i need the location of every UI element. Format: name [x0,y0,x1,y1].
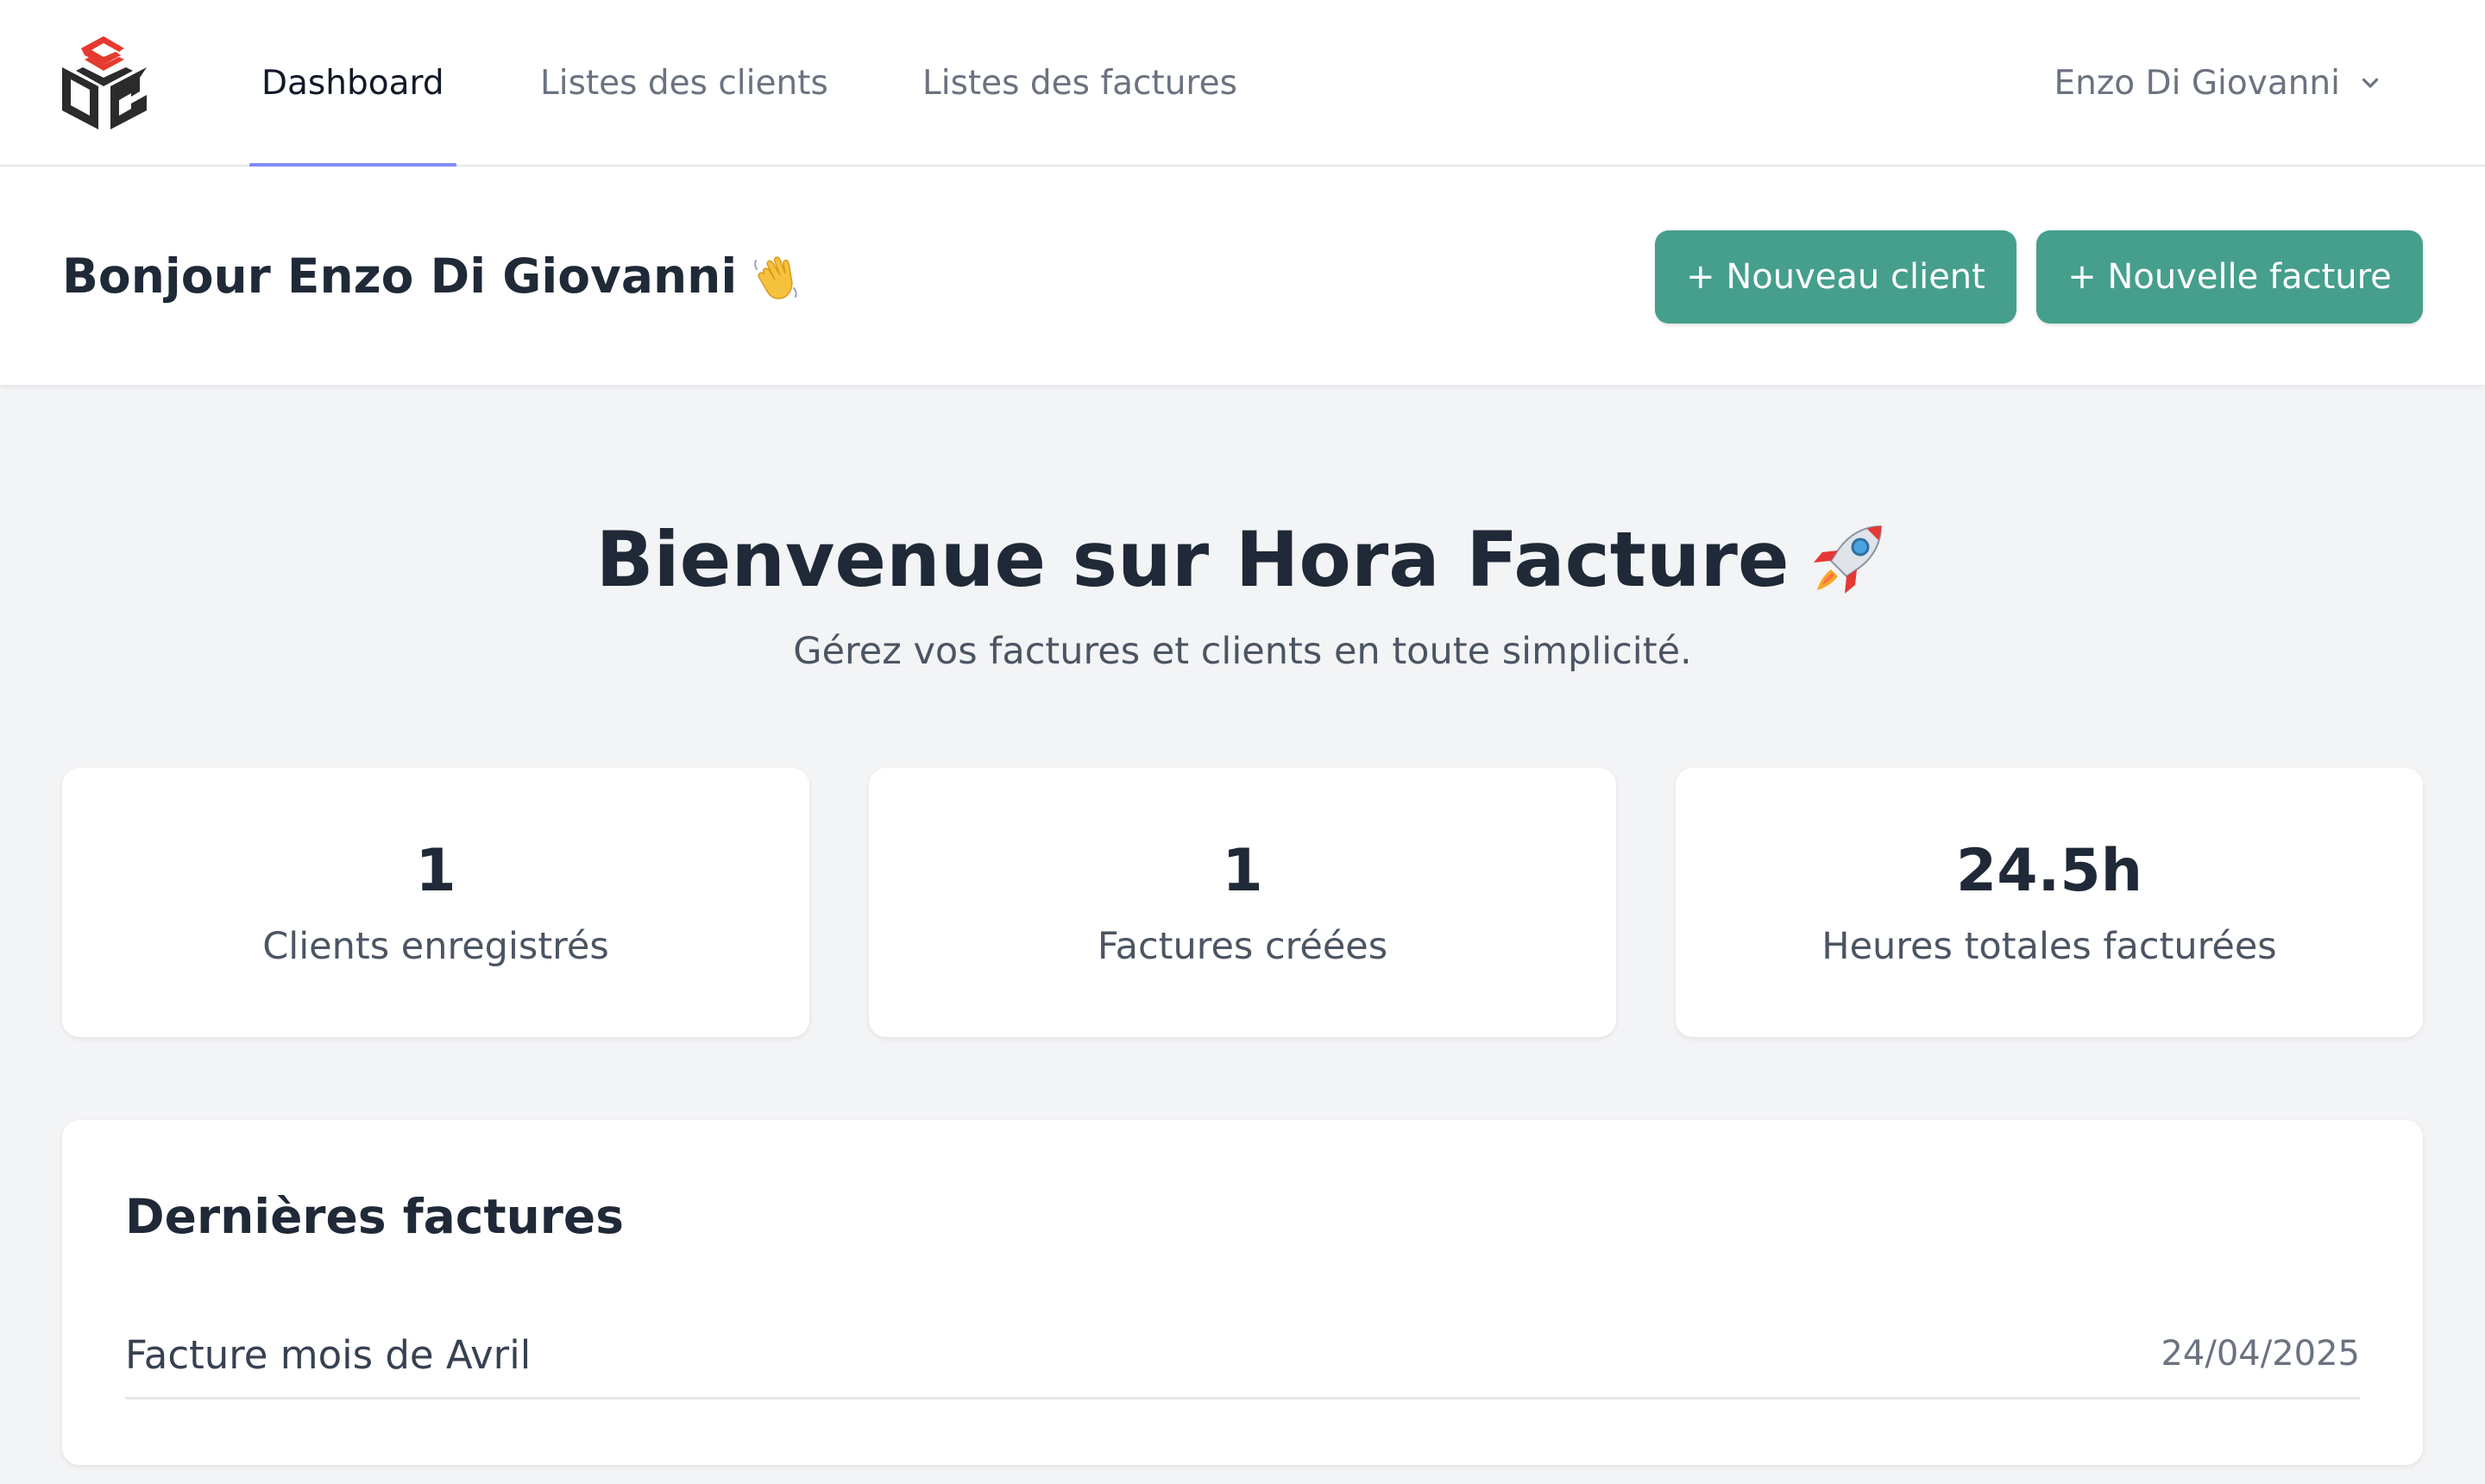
tab-invoice-list[interactable]: Listes des factures [922,0,1237,167]
hero-title-text: Bienvenue sur Hora Facture [595,514,1790,604]
stat-card-hours: 24.5h Heures totales facturées [1676,768,2423,1037]
hero-subtitle: Gérez vos factures et clients en toute s… [793,630,1692,673]
greeting-text: Bonjour Enzo Di Giovanni [62,248,738,304]
rocket-icon [1807,518,1890,601]
stat-value: 24.5h [1955,837,2143,905]
logo-icon[interactable] [59,35,150,131]
tab-dashboard[interactable]: Dashboard [249,0,456,168]
greeting: Bonjour Enzo Di Giovanni [62,167,804,385]
top-navbar: Dashboard Listes des clients Listes des … [0,0,2485,168]
stat-value: 1 [1222,837,1263,905]
stat-card-clients: 1 Clients enregistrés [62,768,809,1037]
invoice-date: 24/04/2025 [2161,1334,2360,1374]
latest-invoices-title: Dernières factures [125,1189,624,1244]
invoice-name[interactable]: Facture mois de Avril [125,1332,531,1378]
page-header: Bonjour Enzo Di Giovanni + Nouveau clien… [0,167,2485,385]
hero-title: Bienvenue sur Hora Facture [0,507,2485,611]
user-menu[interactable]: Enzo Di Giovanni [2054,0,2383,167]
tab-client-list[interactable]: Listes des clients [540,0,828,167]
invoice-list-item[interactable]: Facture mois de Avril 24/04/2025 [125,1310,2360,1399]
new-client-button[interactable]: + Nouveau client [1655,230,2016,324]
latest-invoices-card: Dernières factures Facture mois de Avril… [62,1120,2423,1465]
stat-label: Clients enregistrés [262,925,609,968]
new-invoice-button[interactable]: + Nouvelle facture [2036,230,2423,324]
stat-card-invoices: 1 Factures créées [869,768,1616,1037]
waving-hand-icon [749,248,804,304]
chevron-down-icon [2362,78,2379,88]
user-name: Enzo Di Giovanni [2054,64,2340,103]
stat-label: Heures totales facturées [1821,925,2277,968]
stat-value: 1 [415,837,456,905]
stat-label: Factures créées [1097,925,1388,968]
